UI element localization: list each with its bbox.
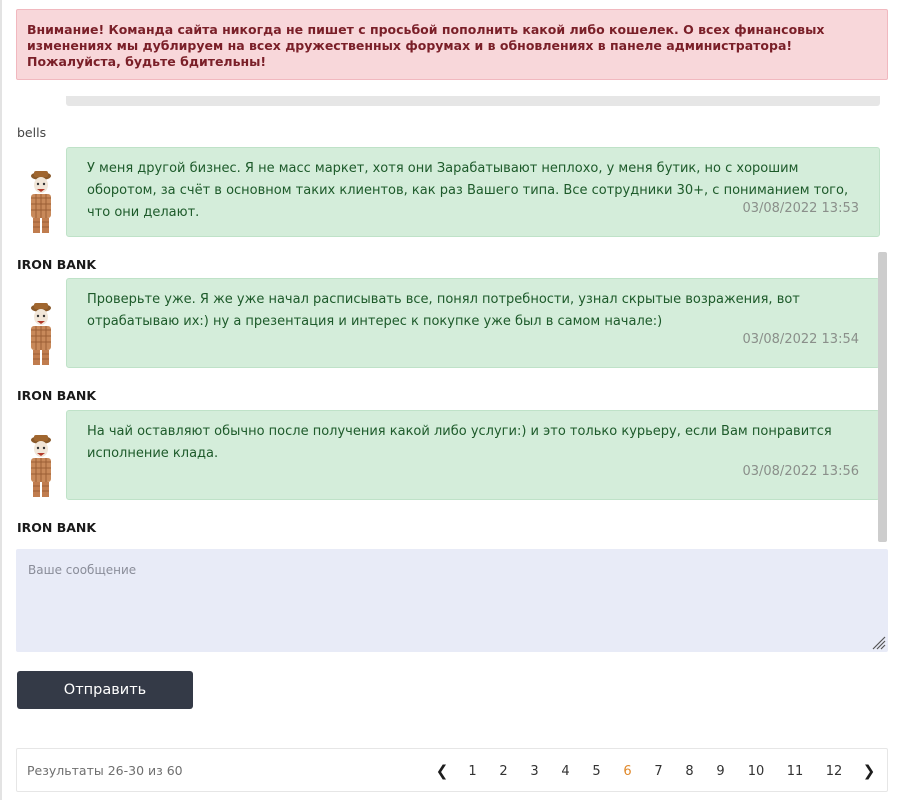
user-avatar	[31, 435, 51, 497]
message-bubble: Проверьте уже. Я же уже начал расписыват…	[66, 278, 880, 368]
message-author: bells	[17, 125, 47, 140]
page-link-current[interactable]: 6	[612, 764, 643, 779]
chevron-right-icon[interactable]: ❯	[854, 762, 884, 780]
user-avatar	[31, 171, 51, 233]
message-bubble: На чай оставляют обычно после получения …	[66, 410, 880, 500]
page-link[interactable]: 8	[674, 764, 705, 779]
message-text: На чай оставляют обычно после получения …	[87, 424, 832, 461]
message-timestamp: 03/08/2022 13:53	[742, 201, 859, 216]
page-link[interactable]: 12	[814, 764, 854, 779]
message-timestamp: 03/08/2022 13:56	[742, 464, 859, 479]
chevron-left-icon[interactable]: ❮	[427, 762, 457, 780]
page-link[interactable]: 10	[736, 764, 776, 779]
page-link[interactable]: 11	[776, 764, 814, 779]
message-author: IRON BANK	[17, 388, 97, 403]
chat-history[interactable]: bells У меня другой бизнес. Я не масс ма…	[0, 92, 899, 542]
warning-alert: Внимание! Команда сайта никогда не пишет…	[16, 9, 888, 80]
message-author: IRON BANK	[17, 520, 97, 535]
user-avatar	[31, 303, 51, 365]
page-link[interactable]: 5	[581, 764, 612, 779]
results-count: Результаты 26-30 из 60	[27, 763, 183, 778]
message-author: IRON BANK	[17, 257, 97, 272]
chat-scrollbar[interactable]	[878, 252, 887, 542]
page-links: ❮ 1 2 3 4 5 6 7 8 9 10 11 12 ❯	[427, 749, 884, 793]
page-link[interactable]: 2	[488, 764, 519, 779]
previous-message-bubble	[66, 96, 880, 106]
resize-grip-icon[interactable]	[870, 634, 886, 650]
page-link[interactable]: 4	[550, 764, 581, 779]
page-link[interactable]: 1	[457, 764, 488, 779]
message-input[interactable]	[16, 549, 888, 652]
page-link[interactable]: 3	[519, 764, 550, 779]
message-bubble: У меня другой бизнес. Я не масс маркет, …	[66, 147, 880, 237]
message-timestamp: 03/08/2022 13:54	[742, 332, 859, 347]
message-text: Проверьте уже. Я же уже начал расписыват…	[87, 292, 800, 329]
page-link[interactable]: 7	[643, 764, 674, 779]
page-link[interactable]: 9	[705, 764, 736, 779]
send-button[interactable]: Отправить	[17, 671, 193, 709]
pagination: Результаты 26-30 из 60 ❮ 1 2 3 4 5 6 7 8…	[16, 748, 888, 792]
